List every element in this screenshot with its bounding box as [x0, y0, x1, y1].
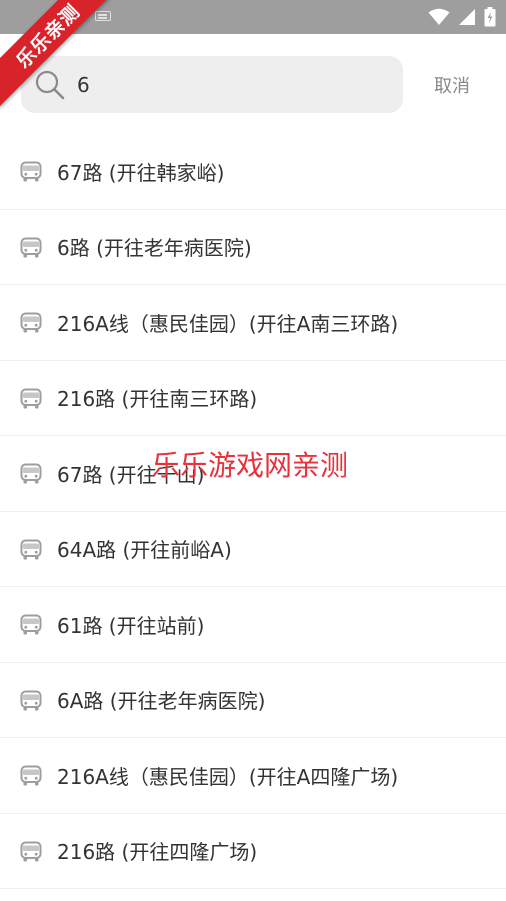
- status-icons: [428, 7, 496, 27]
- bus-icon: [20, 539, 42, 559]
- bus-icon: [20, 690, 42, 710]
- wifi-icon: [428, 8, 450, 25]
- result-list: 67路 (开往韩家峪) 6路 (开往老年病医院) 216A线（惠民佳园）(开往A…: [0, 134, 506, 889]
- bus-icon: [20, 161, 42, 182]
- route-label: 216路 (开往四隆广场): [57, 840, 258, 865]
- watermark: 乐乐游戏网亲测: [152, 449, 349, 482]
- search-box[interactable]: [21, 56, 403, 113]
- list-item[interactable]: 6路 (开往老年病医院): [0, 210, 506, 285]
- bus-icon: [20, 765, 42, 786]
- battery-icon: [484, 7, 496, 27]
- route-label: 61路 (开往站前): [57, 613, 205, 638]
- list-item[interactable]: 67路 (开往韩家峪): [0, 134, 506, 210]
- route-label: 6路 (开往老年病医院): [57, 236, 252, 261]
- list-item[interactable]: 216路 (开往四隆广场): [0, 814, 506, 889]
- bus-icon: [20, 841, 42, 861]
- signal-icon: [459, 9, 475, 25]
- route-label: 216路 (开往南三环路): [57, 387, 258, 412]
- route-label: 64A路 (开往前峪A): [57, 538, 232, 563]
- search-input[interactable]: [77, 64, 387, 106]
- bus-icon: [20, 463, 42, 484]
- route-label: 216A线（惠民佳园）(开往A南三环路): [57, 311, 399, 336]
- route-label: 216A线（惠民佳园）(开往A四隆广场): [57, 764, 399, 789]
- bus-icon: [20, 388, 42, 408]
- bus-icon: [20, 312, 42, 333]
- list-item[interactable]: 61路 (开往站前): [0, 587, 506, 663]
- bus-icon: [20, 614, 42, 635]
- route-label: 67路 (开往韩家峪): [57, 160, 225, 185]
- list-item[interactable]: 216路 (开往南三环路): [0, 361, 506, 436]
- cancel-button[interactable]: 取消: [424, 68, 480, 102]
- bus-icon: [20, 237, 42, 257]
- route-label: 6A路 (开往老年病医院): [57, 689, 266, 714]
- keyboard-icon: [95, 11, 111, 21]
- list-item[interactable]: 6A路 (开往老年病医院): [0, 663, 506, 738]
- search-icon: [35, 70, 65, 100]
- list-item[interactable]: 64A路 (开往前峪A): [0, 512, 506, 587]
- list-item[interactable]: 216A线（惠民佳园）(开往A南三环路): [0, 285, 506, 361]
- list-item[interactable]: 216A线（惠民佳园）(开往A四隆广场): [0, 738, 506, 814]
